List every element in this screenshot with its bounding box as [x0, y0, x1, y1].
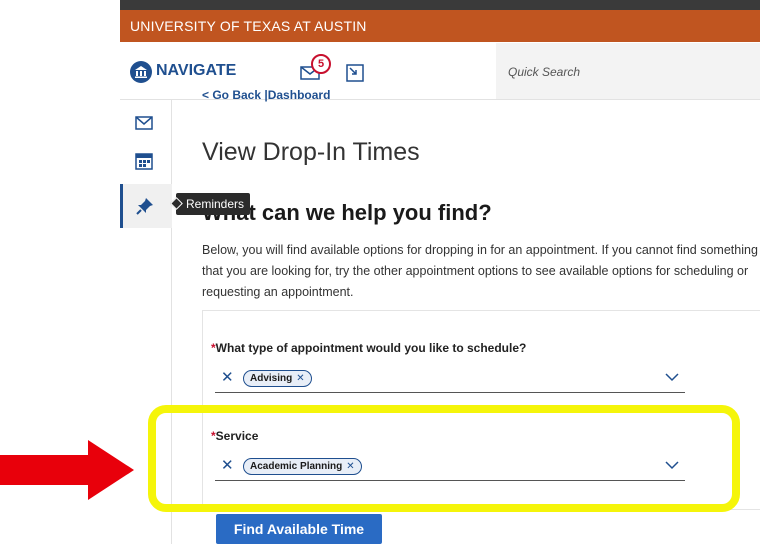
appointment-type-select[interactable]: ✕ Advising ✕: [215, 365, 685, 393]
intro-text: Below, you will find available options f…: [202, 243, 758, 299]
screenshot-stage: UNIVERSITY OF TEXAS AT AUSTIN NAVIGATE 5…: [0, 0, 760, 544]
rail-item-reminders[interactable]: [120, 184, 172, 228]
page-title: View Drop-In Times: [202, 138, 420, 166]
calendar-icon: [135, 153, 153, 170]
remove-chip-icon[interactable]: ✕: [296, 373, 304, 384]
quick-search-placeholder: Quick Search: [508, 65, 581, 79]
university-title: UNIVERSITY OF TEXAS AT AUSTIN: [130, 18, 367, 34]
messages-count-badge: 5: [311, 54, 331, 74]
selected-chip: Advising ✕: [243, 370, 312, 387]
pin-icon: [136, 198, 153, 215]
clear-selection-icon[interactable]: ✕: [221, 368, 234, 386]
rail-item-calendar[interactable]: [120, 140, 172, 184]
quick-search-input[interactable]: Quick Search: [496, 43, 760, 99]
navigate-title[interactable]: NAVIGATE: [156, 62, 236, 80]
university-bar: UNIVERSITY OF TEXAS AT AUSTIN: [120, 0, 760, 42]
expand-window-icon[interactable]: [346, 64, 364, 82]
appointment-type-label: *What type of appointment would you like…: [211, 341, 527, 355]
chevron-down-icon[interactable]: [665, 373, 679, 382]
go-back-link[interactable]: < Go Back |Dashboard: [202, 88, 330, 102]
navigate-logo-icon[interactable]: [130, 61, 152, 83]
reminders-tooltip: Reminders: [176, 193, 251, 215]
find-available-time-button[interactable]: Find Available Time: [216, 514, 382, 544]
envelope-icon: [135, 116, 153, 130]
yellow-highlight-box: [148, 405, 740, 512]
red-arrow-icon: [0, 440, 134, 500]
